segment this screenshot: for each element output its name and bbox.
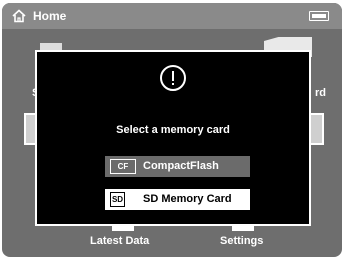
- settings-label[interactable]: Settings: [220, 234, 263, 248]
- sd-card-icon: SD: [110, 192, 125, 207]
- battery-icon: [309, 11, 329, 21]
- home-icon[interactable]: [11, 8, 27, 24]
- background-partial-label-right: rd: [315, 87, 326, 99]
- page-title: Home: [33, 9, 67, 23]
- compactflash-label: CompactFlash: [143, 160, 219, 172]
- sd-memory-card-label: SD Memory Card: [143, 193, 232, 205]
- memory-card-dialog: Select a memory card CF CompactFlash SD …: [35, 50, 311, 226]
- compactflash-option[interactable]: CF CompactFlash: [105, 156, 250, 177]
- latest-data-label[interactable]: Latest Data: [90, 234, 149, 248]
- exclamation-icon: [160, 65, 186, 91]
- compactflash-card-icon: CF: [110, 159, 136, 174]
- top-bar: Home: [2, 3, 342, 29]
- sd-memory-card-option[interactable]: SD SD Memory Card: [105, 189, 250, 210]
- dialog-message: Select a memory card: [116, 124, 230, 136]
